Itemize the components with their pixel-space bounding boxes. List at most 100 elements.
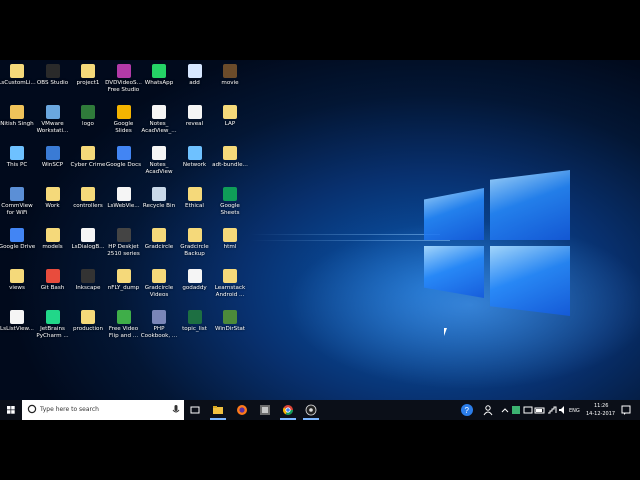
desktop-icon[interactable]: Free Video Flip and ... [105,310,143,339]
desktop-icon[interactable]: LsDialogB... [69,228,107,251]
desktop-icon-label: Gradcircle [144,244,174,250]
app-icon [81,310,95,324]
app-icon [187,310,202,324]
desktop-icon[interactable]: nFLY_dump [105,269,143,292]
clock-time[interactable]: 11:26 [594,403,608,409]
desktop-icon[interactable]: WhatsApp [140,64,178,87]
app-icon [116,228,131,242]
desktop-icon[interactable]: Learnstack Android ... [211,269,249,298]
microphone-icon[interactable] [172,405,180,415]
start-button[interactable] [0,400,22,420]
file-explorer-icon[interactable] [212,404,224,416]
desktop-icon[interactable]: controllers [69,187,107,210]
people-icon[interactable] [482,404,494,416]
desktop[interactable]: LsCustomLi... OBS Studio project1 DVDVideoS… [0,60,640,420]
desktop-icon[interactable]: Google Sheets [211,187,249,216]
desktop-icon-label: Google Slides [113,121,134,134]
app-icon [187,228,202,242]
desktop-icon[interactable]: reveal [176,105,214,128]
desktop-icon[interactable]: html [211,228,249,251]
active-app-indicator [280,418,296,420]
desktop-icon[interactable]: WinDirStat [211,310,249,333]
chrome-icon[interactable] [282,404,294,416]
desktop-icon[interactable]: topic_list [176,310,214,333]
desktop-icon[interactable]: production [69,310,107,333]
app-icon [152,146,166,160]
app-icon [10,310,24,324]
desktop-icon[interactable]: HP Deskjet 2510 series [105,228,143,257]
desktop-icon-label: LsListView... [0,326,34,332]
firefox-icon[interactable] [236,404,248,416]
app-icon [45,310,60,324]
desktop-icon[interactable]: CommView for WiFi [0,187,36,216]
help-icon[interactable]: ? [460,403,474,417]
desktop-icon[interactable]: Google Drive [0,228,36,251]
desktop-icon[interactable]: WinSCP [34,146,72,169]
taskbar: Type here to search ? ENG 11:26 14-12-20… [0,400,640,420]
task-view-icon[interactable] [189,404,201,416]
desktop-icon[interactable]: Inkscape [69,269,107,292]
volume-icon[interactable] [557,404,569,416]
battery-icon[interactable] [534,404,546,416]
notifications-icon[interactable] [620,404,632,416]
desktop-icon-label: Network [182,162,207,168]
desktop-icon[interactable]: Git Bash [34,269,72,292]
desktop-icon[interactable]: Gradcircle Videos [140,269,178,298]
obs-studio-icon[interactable] [305,404,317,416]
desktop-icon-label: Nitish Singh [0,121,34,127]
desktop-icon[interactable]: Work [34,187,72,210]
desktop-icon[interactable]: JetBrains PyCharm ... [34,310,72,339]
desktop-icon-label: html [223,244,237,250]
language-indicator[interactable]: ENG [569,408,580,414]
desktop-icon[interactable]: VMware Workstati... [34,105,72,134]
desktop-icon[interactable]: views [0,269,36,292]
desktop-icon-label: This PC [6,162,28,168]
desktop-icon-label: LsDialogB... [71,244,105,250]
desktop-icon-label: LAP [224,121,236,127]
search-box[interactable]: Type here to search [22,400,184,420]
desktop-icon[interactable]: add [176,64,214,87]
desktop-icon[interactable]: Notes_ AcadView [140,146,178,175]
desktop-icon[interactable]: Google Docs [105,146,143,169]
desktop-icon[interactable]: movie [211,64,249,87]
tray-app-icon[interactable] [522,404,534,416]
desktop-icon[interactable]: project1 [69,64,107,87]
desktop-icon[interactable]: Ethical [176,187,214,210]
app-icon [45,269,60,283]
desktop-icon[interactable]: adt-bundle... [211,146,249,169]
tray-app-icon[interactable] [510,404,522,416]
desktop-icon[interactable]: Gradcircle [140,228,178,251]
desktop-icon[interactable]: This PC [0,146,36,169]
desktop-icon[interactable]: Network [176,146,214,169]
desktop-icon[interactable]: LsWebVie... [105,187,143,210]
desktop-icon[interactable]: models [34,228,72,251]
app-icon[interactable] [259,404,271,416]
desktop-icon[interactable]: Cyber Crime [69,146,107,169]
desktop-icon-label: production [72,326,104,332]
desktop-icon[interactable]: Gradcircle Backup [176,228,214,257]
app-icon [152,64,166,78]
desktop-icon[interactable]: LAP [211,105,249,128]
app-icon [10,105,24,119]
desktop-icon[interactable]: logo [69,105,107,128]
desktop-icon[interactable]: OBS Studio [34,64,72,87]
app-icon [187,64,202,78]
desktop-icon[interactable]: Google Slides [105,105,143,134]
desktop-icon[interactable]: Nitish Singh [0,105,36,128]
desktop-icon[interactable]: LsListView... [0,310,36,333]
desktop-icon[interactable]: Recycle Bin [140,187,178,210]
desktop-icon-label: godaddy [182,285,207,291]
desktop-icon-label: views [9,285,25,291]
app-icon [116,64,131,78]
desktop-icon[interactable]: LsCustomLi... [0,64,36,87]
clock-date[interactable]: 14-12-2017 [586,411,615,417]
desktop-icon-label: OBS Studio [36,80,69,86]
app-icon [152,105,166,119]
search-icon [27,404,37,414]
desktop-icon[interactable]: PHP Cookbook, ... [140,310,178,339]
app-icon [152,310,166,324]
desktop-icon[interactable]: Notes_ AcadView_... [140,105,178,134]
logo-pane [490,246,570,316]
desktop-icon[interactable]: DVDVideoS... Free Studio [105,64,143,93]
desktop-icon[interactable]: godaddy [176,269,214,292]
